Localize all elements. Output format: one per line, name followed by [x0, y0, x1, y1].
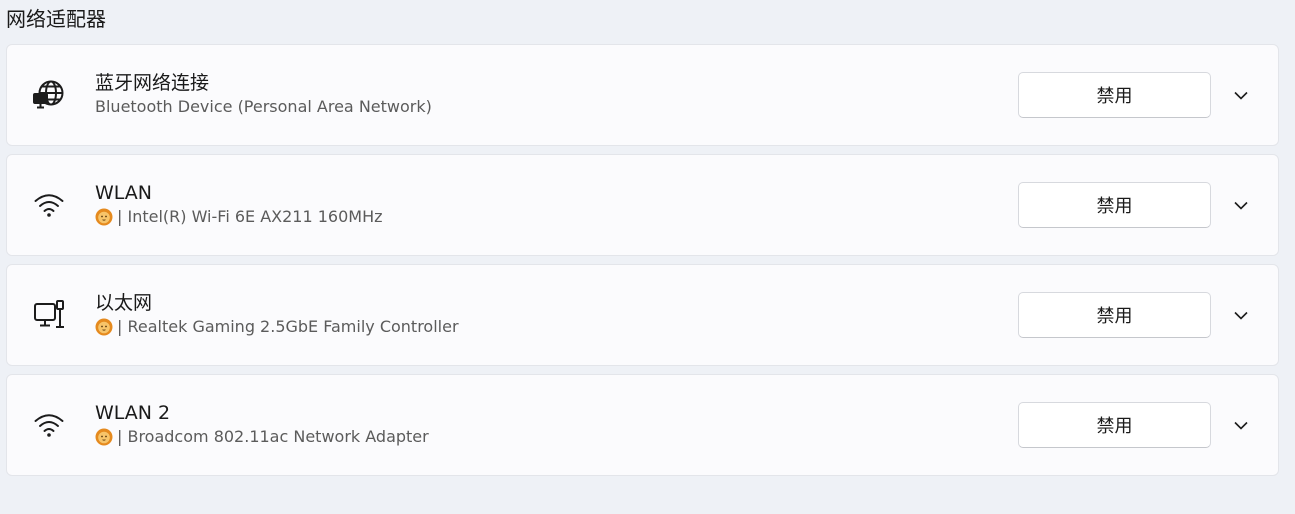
adapter-name: WLAN: [95, 182, 153, 204]
disable-button[interactable]: 禁用: [1018, 182, 1211, 228]
ethernet-icon: [31, 297, 67, 333]
adapter-card-wlan[interactable]: WLAN | Intel(R) Wi-Fi 6E AX211 160MHz 禁用: [6, 154, 1279, 256]
wifi-icon: [31, 407, 67, 443]
disable-button[interactable]: 禁用: [1018, 292, 1211, 338]
adapter-list: 蓝牙网络连接 Bluetooth Device (Personal Area N…: [6, 44, 1279, 484]
adapter-name: WLAN 2: [95, 402, 171, 424]
adapter-description-text: | Intel(R) Wi-Fi 6E AX211 160MHz: [117, 207, 383, 226]
adapter-card-wlan-2[interactable]: WLAN 2 | Broadcom 802.11ac Network Adapt…: [6, 374, 1279, 476]
adapter-description: | Intel(R) Wi-Fi 6E AX211 160MHz: [95, 207, 383, 227]
chevron-down-icon[interactable]: [1229, 303, 1253, 327]
globe-computer-icon: [31, 77, 67, 113]
adapter-card-bluetooth[interactable]: 蓝牙网络连接 Bluetooth Device (Personal Area N…: [6, 44, 1279, 146]
chevron-down-icon[interactable]: [1229, 193, 1253, 217]
adapter-description: | Realtek Gaming 2.5GbE Family Controlle…: [95, 317, 459, 337]
adapter-description-text: | Broadcom 802.11ac Network Adapter: [117, 427, 429, 446]
lion-icon: [95, 208, 113, 226]
adapter-name: 以太网: [95, 292, 153, 314]
adapter-description-text: Bluetooth Device (Personal Area Network): [95, 97, 432, 116]
adapter-description-text: | Realtek Gaming 2.5GbE Family Controlle…: [117, 317, 459, 336]
chevron-down-icon[interactable]: [1229, 413, 1253, 437]
disable-button[interactable]: 禁用: [1018, 402, 1211, 448]
adapter-description: | Broadcom 802.11ac Network Adapter: [95, 427, 429, 447]
lion-icon: [95, 318, 113, 336]
section-title: 网络适配器: [6, 7, 106, 31]
adapter-name: 蓝牙网络连接: [95, 72, 210, 94]
wifi-icon: [31, 187, 67, 223]
chevron-down-icon[interactable]: [1229, 83, 1253, 107]
lion-icon: [95, 428, 113, 446]
adapter-card-ethernet[interactable]: 以太网 | Realtek Gaming 2.5GbE Family Contr…: [6, 264, 1279, 366]
disable-button[interactable]: 禁用: [1018, 72, 1211, 118]
adapter-description: Bluetooth Device (Personal Area Network): [95, 97, 432, 117]
